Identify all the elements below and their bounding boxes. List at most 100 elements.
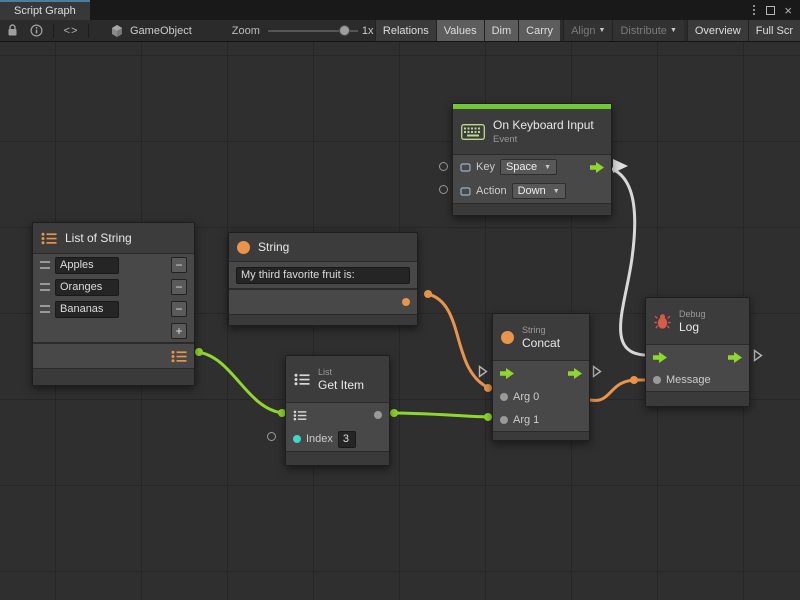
arg1-label: Arg 1 xyxy=(513,414,539,426)
arg1-input-port[interactable] xyxy=(500,416,508,424)
node-category: String xyxy=(522,325,560,335)
node-concat[interactable]: String Concat Arg 0 Arg 1 xyxy=(492,313,590,441)
wire-endpoint xyxy=(484,413,492,421)
unity-cube-icon xyxy=(110,24,124,38)
node-header: List Get Item xyxy=(286,356,389,402)
zoom-slider[interactable] xyxy=(268,20,358,42)
port-row-list xyxy=(286,403,389,427)
info-icon[interactable] xyxy=(24,20,48,42)
tab-title: Script Graph xyxy=(14,5,76,17)
node-category: Debug xyxy=(679,309,706,319)
tab-script-graph[interactable]: Script Graph xyxy=(0,0,90,20)
action-label: Action xyxy=(476,185,507,197)
carry-button[interactable]: Carry xyxy=(518,20,560,42)
node-get-item[interactable]: List Get Item Index xyxy=(285,355,390,466)
list-icon xyxy=(294,373,310,386)
maximize-icon[interactable] xyxy=(766,6,775,15)
node-on-keyboard-input[interactable]: On Keyboard Input Event Key Space▼ Actio… xyxy=(452,103,612,216)
list-input-port[interactable] xyxy=(293,410,307,421)
flow-out-port[interactable] xyxy=(590,162,604,173)
wire-endpoint xyxy=(195,348,203,356)
wire-endpoint xyxy=(424,290,432,298)
code-icon[interactable]: <> xyxy=(59,20,83,42)
gameobject-selector[interactable]: GameObject xyxy=(110,24,192,38)
wire-endpoint xyxy=(484,384,492,392)
list-icon xyxy=(41,232,57,245)
node-category: List xyxy=(318,367,364,377)
chevron-down-icon: ▼ xyxy=(544,164,551,171)
keyboard-icon xyxy=(461,124,485,140)
output-row xyxy=(229,290,417,314)
node-title: List of String xyxy=(65,231,132,245)
key-dropdown[interactable]: Space▼ xyxy=(500,159,557,175)
port-row-action: Action Down▼ xyxy=(453,179,611,203)
remove-item-button[interactable]: − xyxy=(171,257,187,273)
flow-row xyxy=(646,345,749,369)
node-header: On Keyboard Input Event xyxy=(453,109,611,154)
node-list-of-string[interactable]: List of String − − − xyxy=(32,222,195,386)
drag-handle-icon[interactable] xyxy=(40,283,50,291)
node-footer xyxy=(646,392,749,406)
node-header: String xyxy=(229,233,417,261)
string-value-input[interactable] xyxy=(236,267,410,284)
action-dropdown[interactable]: Down▼ xyxy=(512,183,566,199)
flow-out-port[interactable] xyxy=(568,368,582,379)
node-footer xyxy=(493,432,589,440)
zoom-slider-handle[interactable] xyxy=(339,25,350,36)
index-input[interactable] xyxy=(338,431,356,448)
fullscreen-button[interactable]: Full Scr xyxy=(748,20,800,42)
arg0-input-port[interactable] xyxy=(500,393,508,401)
dim-button[interactable]: Dim xyxy=(484,20,519,42)
node-log[interactable]: Debug Log Message xyxy=(645,297,750,407)
overview-button[interactable]: Overview xyxy=(687,20,748,42)
gameobject-label: GameObject xyxy=(130,25,192,37)
relations-button[interactable]: Relations xyxy=(375,20,436,42)
lock-icon[interactable] xyxy=(0,20,24,42)
node-subtitle: Event xyxy=(493,134,594,145)
title-bar: Script Graph × xyxy=(0,0,800,20)
close-icon[interactable]: × xyxy=(784,4,792,17)
graph-canvas[interactable]: On Keyboard Input Event Key Space▼ Actio… xyxy=(0,42,800,600)
index-port-circle[interactable] xyxy=(267,432,276,441)
item-output-port[interactable] xyxy=(374,411,382,419)
list-output-port[interactable] xyxy=(171,350,187,363)
menu-kebab-icon[interactable] xyxy=(751,3,757,17)
action-port-circle[interactable] xyxy=(439,185,448,194)
toolbar-buttons: Relations Values Dim Carry Align▼ Distri… xyxy=(375,20,800,42)
flow-out-triangle[interactable] xyxy=(753,349,763,362)
remove-item-button[interactable]: − xyxy=(171,279,187,295)
value-row xyxy=(229,262,417,288)
flow-out-triangle[interactable] xyxy=(592,365,602,378)
wire-flow-arrowhead xyxy=(613,159,628,173)
string-type-icon xyxy=(501,331,514,344)
drag-handle-icon[interactable] xyxy=(40,261,50,269)
port-row-arg0: Arg 0 xyxy=(493,385,589,408)
keycap-icon xyxy=(460,186,471,197)
flow-in-port[interactable] xyxy=(653,352,667,363)
graph-toolbar: <> GameObject Zoom 1x Relations Values D… xyxy=(0,20,800,42)
string-type-icon xyxy=(237,241,250,254)
message-input-port[interactable] xyxy=(653,376,661,384)
list-item-row: − xyxy=(33,254,194,276)
node-footer xyxy=(33,369,194,385)
flow-in-port[interactable] xyxy=(500,368,514,379)
list-item-input[interactable] xyxy=(55,279,119,296)
list-item-input[interactable] xyxy=(55,301,119,318)
node-string-literal[interactable]: String xyxy=(228,232,418,326)
flow-row xyxy=(493,361,589,385)
align-button: Align▼ xyxy=(563,20,612,42)
add-item-button-minus[interactable]: − xyxy=(171,301,187,317)
list-item-input[interactable] xyxy=(55,257,119,274)
arg0-label: Arg 0 xyxy=(513,391,539,403)
string-output-port[interactable] xyxy=(402,298,410,306)
flow-in-triangle[interactable] xyxy=(478,365,488,378)
key-port-circle[interactable] xyxy=(439,162,448,171)
window-controls: × xyxy=(751,0,800,20)
chevron-down-icon: ▼ xyxy=(599,27,606,34)
flow-out-port[interactable] xyxy=(728,352,742,363)
toolbar-separator xyxy=(53,24,54,38)
index-input-port[interactable] xyxy=(293,435,301,443)
values-button[interactable]: Values xyxy=(436,20,484,42)
drag-handle-icon[interactable] xyxy=(40,305,50,313)
add-item-button[interactable]: + xyxy=(171,323,187,339)
